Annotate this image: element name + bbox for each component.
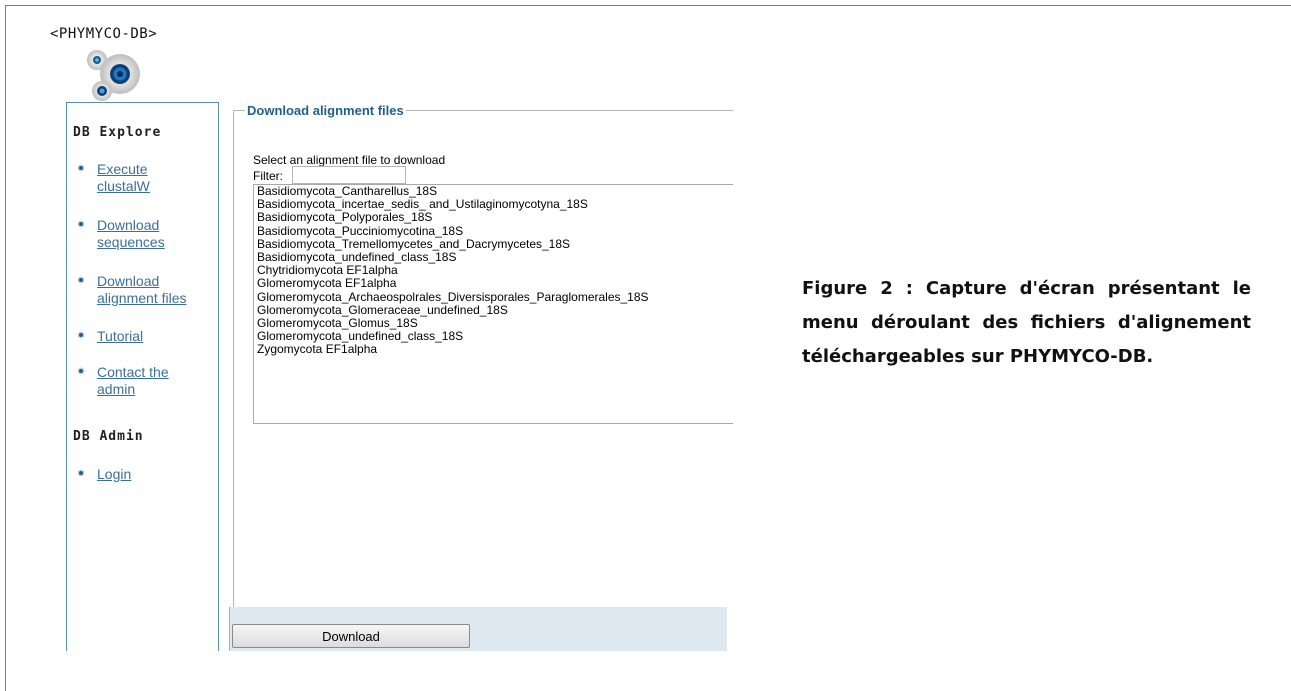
- list-option[interactable]: Basidiomycota_Pucciniomycotina_18S: [254, 224, 733, 238]
- filter-input[interactable]: [292, 166, 406, 184]
- db-explore-heading: DB Explore: [73, 125, 162, 140]
- list-option[interactable]: Glomeromycota_Archaeospolrales_Diversisp…: [254, 290, 733, 304]
- list-option[interactable]: Glomeromycota EF1alpha: [254, 277, 733, 290]
- tutorial-link[interactable]: Tutorial: [97, 328, 143, 345]
- download-button[interactable]: Download: [232, 624, 470, 648]
- download-sequences-link[interactable]: Download sequences: [97, 217, 165, 251]
- sidebar: DB Explore Execute clustalW Download seque…: [66, 102, 219, 651]
- bullet-icon: [77, 331, 85, 339]
- site-logo-text: <PHYMYCO-DB>: [50, 26, 158, 42]
- fieldset-legend: Download alignment files: [245, 103, 406, 118]
- bullet-icon: [77, 220, 85, 228]
- bullet-icon: [77, 367, 85, 375]
- alignment-file-listbox[interactable]: Basidiomycota_Cantharellus_18S Basidiomy…: [253, 184, 733, 424]
- filter-label: Filter:: [253, 169, 283, 183]
- execute-clustalw-link[interactable]: Execute clustalW: [97, 161, 150, 195]
- db-admin-heading: DB Admin: [73, 429, 144, 444]
- bullet-icon: [77, 276, 85, 284]
- list-option[interactable]: Zygomycota EF1alpha: [254, 343, 733, 356]
- figure-caption: Figure 2 : Capture d'écran présentant le…: [802, 278, 1251, 367]
- login-link[interactable]: Login: [97, 466, 131, 483]
- download-alignment-files-link[interactable]: Download alignment files: [97, 273, 187, 307]
- select-file-label: Select an alignment file to download: [253, 153, 446, 167]
- list-option[interactable]: Basidiomycota_Polyporales_18S: [254, 211, 733, 224]
- bullet-icon: [77, 469, 85, 477]
- contact-admin-link[interactable]: Contact the admin: [97, 364, 169, 398]
- bullet-icon: [77, 164, 85, 172]
- bubbles-logo-icon: [87, 50, 140, 101]
